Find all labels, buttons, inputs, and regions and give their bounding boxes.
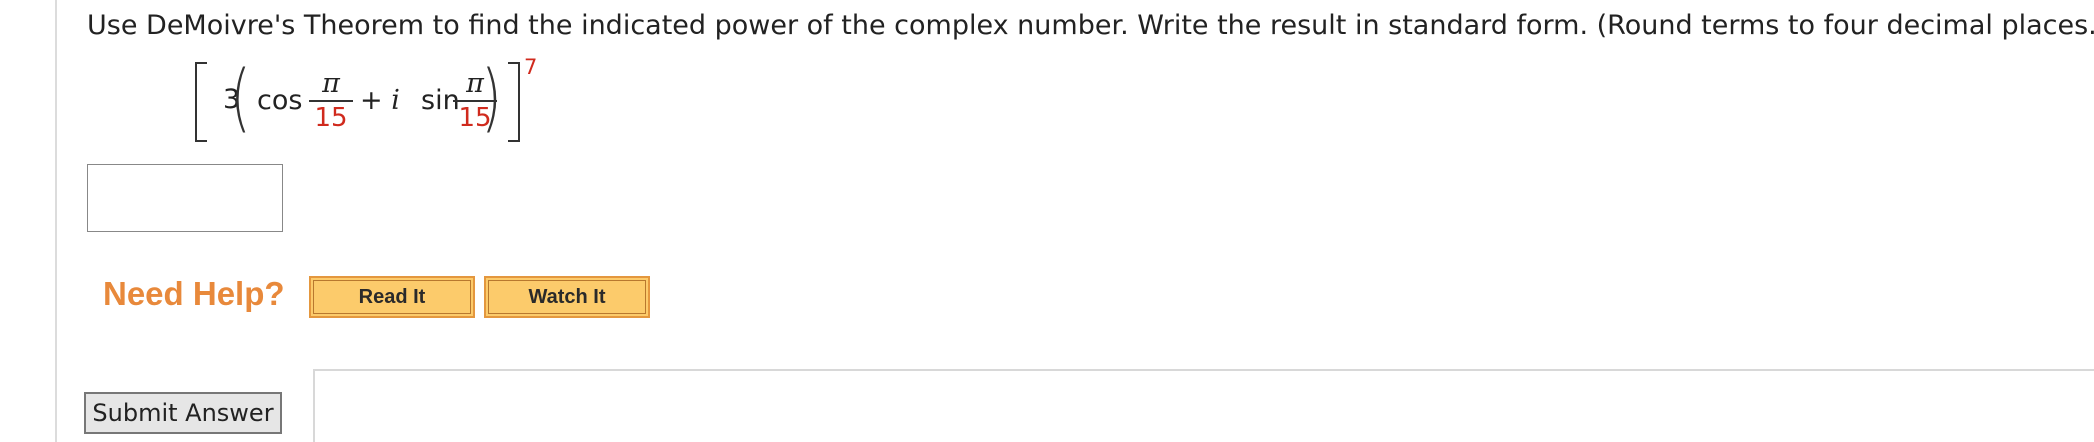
answer-input[interactable] bbox=[87, 164, 283, 232]
exponent: 7 bbox=[524, 55, 538, 79]
left-divider bbox=[55, 0, 57, 442]
fraction-denominator: 15 bbox=[314, 103, 348, 133]
read-it-label: Read It bbox=[313, 280, 471, 314]
imaginary-unit: i bbox=[391, 85, 400, 116]
right-paren: ) bbox=[481, 55, 502, 141]
submit-answer-button[interactable]: Submit Answer bbox=[84, 392, 282, 434]
cos-label: cos bbox=[257, 85, 303, 116]
fraction-numerator: π bbox=[322, 68, 340, 99]
watch-it-label: Watch It bbox=[488, 280, 646, 314]
left-paren: ( bbox=[230, 55, 251, 141]
complex-expression: 3 ( cos π 15 + i sin π 15 ) 7 bbox=[195, 55, 555, 144]
watch-it-button[interactable]: Watch It bbox=[484, 276, 650, 318]
feedback-panel bbox=[313, 369, 2094, 442]
plus-operator: + i bbox=[360, 85, 400, 116]
right-bracket bbox=[508, 62, 520, 142]
left-bracket bbox=[195, 62, 207, 142]
fraction-cos: π 15 bbox=[307, 68, 355, 134]
plus-sign: + bbox=[360, 85, 383, 116]
need-help-label: Need Help? bbox=[103, 275, 285, 312]
read-it-button[interactable]: Read It bbox=[309, 276, 475, 318]
question-text: Use DeMoivre's Theorem to find the indic… bbox=[87, 10, 2094, 41]
